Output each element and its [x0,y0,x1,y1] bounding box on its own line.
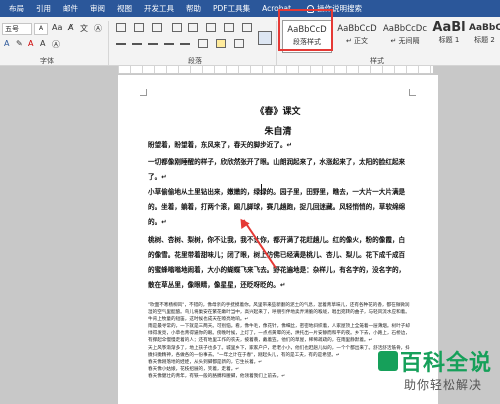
tab-developer[interactable]: 开发工具 [138,0,180,17]
highlight-icon[interactable]: ✎ [16,39,23,48]
doc-line: 天上风筝渐渐多了，地上孩子也多了。城里乡下，家家户户，老老小小，他们也赶趟儿似的… [148,345,410,358]
highlight-box [278,9,333,51]
phonetic-guide-icon[interactable]: 文 [80,23,88,34]
enclose-char-icon[interactable]: Ⓐ [94,23,102,34]
tab-help[interactable]: 帮助 [180,0,207,17]
increase-indent-icon[interactable] [188,23,198,32]
change-case-icon[interactable]: Aa [52,23,62,32]
font-group-label: 字体 [40,57,54,65]
watermark: 百科全说 助你轻松解决 [378,345,500,404]
watermark-logo-icon [378,351,398,371]
font-grow-button[interactable]: A [34,23,48,35]
tab-view[interactable]: 视图 [111,0,138,17]
bullets-icon[interactable] [116,23,126,32]
multilevel-list-icon[interactable] [152,23,162,32]
doc-line: 春天像刚落地的娃娃，从头到脚都是新的，它生长着。↵ [148,359,263,365]
font-size-combo[interactable]: 五号 [2,23,32,35]
shading-icon[interactable]: A [40,39,45,48]
watermark-subtitle: 助你轻松解决 [404,378,483,392]
format-painter-icon[interactable] [258,31,272,45]
doc-small-text: "吹面不寒杨柳风"，不错的，像母亲的手抚摸着你。风里带来些新翻的泥土的气息，混着… [148,302,410,380]
watermark-title: 百科全说 [400,351,493,376]
ruler-ticks [118,66,433,73]
borders-icon[interactable] [234,39,244,48]
clear-format-icon[interactable]: A̸ [68,23,73,32]
ribbon-tab-bar: 布局 引用 邮件 审阅 视图 开发工具 帮助 PDF工具集 Acrobat 操作… [0,0,500,17]
sort-icon[interactable] [224,23,234,32]
doc-paragraph: 盼望着，盼望着，东风来了，春天的脚步近了。↵ [148,141,292,149]
style-normal[interactable]: AaBbCcD ↵ 正文 [335,20,379,53]
margin-corner [140,89,147,96]
style-name: ↵ 无间隔 [390,37,420,45]
margin-corner [409,89,416,96]
show-marks-icon[interactable] [242,23,252,32]
tab-layout[interactable]: 布局 [3,0,30,17]
styles-group-label: 样式 [370,57,384,65]
ribbon: 五号 A Aa A̸ 文 Ⓐ A ✎ A A Ⓐ AaBbCcD 段落 样式 Aa… [0,17,500,66]
style-heading-1[interactable]: AaBl 标题 1 [431,20,467,53]
style-no-spacing[interactable]: AaBbCcDc ↵ 无间隔 [382,20,428,53]
line-spacing-icon[interactable] [198,39,208,48]
justify-icon[interactable] [164,43,174,45]
paragraph-group-label: 段落 [188,57,202,65]
horizontal-ruler[interactable] [118,66,433,74]
distribute-icon[interactable] [180,43,190,45]
style-name: 标题 2 [474,36,495,44]
style-sample: AaBl [432,20,466,35]
tab-mailings[interactable]: 邮件 [57,0,84,17]
doc-author: 朱自清 [264,127,292,137]
doc-title: 《春》课文 [255,107,301,117]
style-name: 标题 1 [438,36,460,44]
align-center-icon[interactable] [132,43,142,45]
doc-paragraph: 桃树、杏树、梨树，你不让我，我不让你，都开满了花赶趟儿。红的像火，粉的像霞，白的… [148,236,406,289]
style-sample: AaBbC [469,23,500,33]
text-cursor [261,184,262,195]
doc-line: 春天像小姑娘，花枝招展的，笑着，走着。↵ [148,366,240,372]
tab-review[interactable]: 审阅 [84,0,111,17]
doc-paragraph: 一切都像刚睡醒的样子，欣欣然张开了眼。山朗润起来了，水涨起来了，太阳的脸红起来了… [148,158,406,181]
numbering-icon[interactable] [134,23,144,32]
char-border-icon[interactable]: Ⓐ [52,39,60,50]
doc-paragraph: 小草偷偷地从土里钻出来，嫩嫩的，绿绿的。园子里，田野里，瞧去，一大片一大片满是的… [148,188,406,226]
style-name: ↵ 正文 [345,37,369,45]
style-sample: AaBbCcD [337,24,377,34]
font-color-icon[interactable]: A [28,39,33,48]
align-left-icon[interactable] [116,43,126,45]
text-effects-icon[interactable]: A [4,39,9,48]
decrease-indent-icon[interactable] [172,23,182,32]
style-sample: AaBbCcDc [382,24,428,34]
chinese-layout-icon[interactable] [206,23,216,32]
style-heading-2[interactable]: AaBbC 标题 2 [469,20,500,53]
doc-line: "吹面不寒杨柳风"，不错的，像母亲的手抚摸着你。风里带来些新翻的泥土的气息，混着… [148,303,410,323]
doc-line: 春天像健壮的青年，有铁一般的胳膊和腰脚，他领着我们上前去。↵ [148,373,286,379]
doc-line: 雨是最寻常的，一下就是三两天。可别恼。看，像牛毛，像花针，像细丝，密密地斜织着，… [148,324,410,344]
align-right-icon[interactable] [148,43,158,45]
tab-pdf-tools[interactable]: PDF工具集 [207,0,256,17]
tab-references[interactable]: 引用 [30,0,57,17]
paragraph-shading-icon[interactable] [216,39,226,48]
ribbon-group-labels: 字体 段落 样式 [0,55,500,66]
